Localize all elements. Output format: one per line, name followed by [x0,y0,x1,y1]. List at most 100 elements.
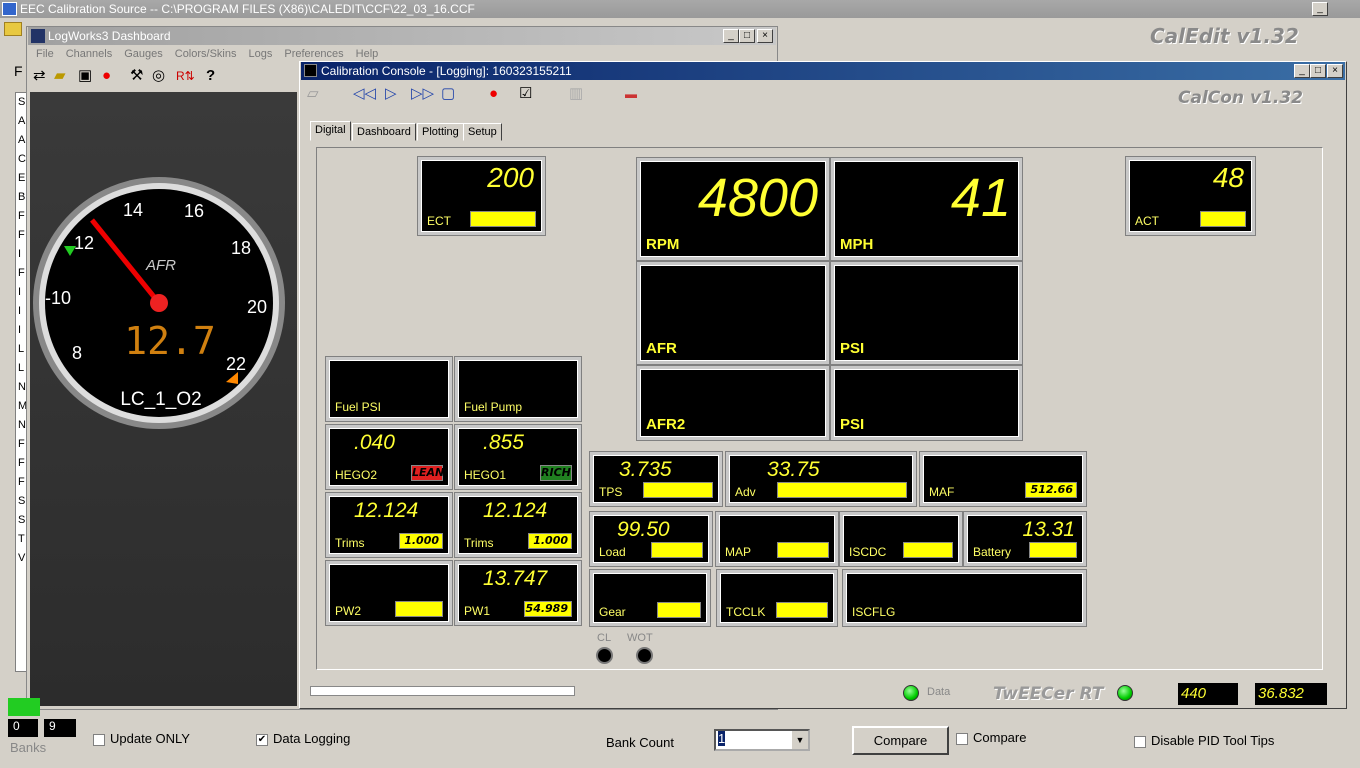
open-icon[interactable]: ▰ [54,66,66,86]
side-item[interactable]: M [18,397,27,416]
side-item[interactable]: S [18,93,26,112]
tab-setup[interactable]: Setup [463,123,502,141]
side-item[interactable]: F [18,435,26,454]
data-logging-checkbox[interactable]: ✔ Data Logging [256,731,350,746]
screen-icon[interactable]: ▣ [78,66,92,86]
side-item[interactable]: I [18,245,26,264]
compare-checkbox[interactable]: Compare [956,730,1026,745]
bank-count-select[interactable]: 1 ▼ [714,729,810,751]
gauge-afr2[interactable]: AFR2 [636,365,830,441]
side-item[interactable]: F [18,207,26,226]
side-item[interactable]: N [18,378,26,397]
data-logging-box[interactable]: ✔ [256,733,268,746]
side-item[interactable]: V [18,549,26,568]
compare-button[interactable]: Compare [852,726,949,755]
gauge-psi1[interactable]: PSI [830,261,1023,365]
record-button[interactable]: ● [489,84,498,104]
tweecer-icon[interactable]: ▬ [625,84,637,104]
gauge-iscdc[interactable]: ISCDC [839,511,963,567]
update-only-box[interactable] [93,733,105,746]
main-minimize-button[interactable]: _ [1312,2,1328,16]
gauge-map[interactable]: MAP [715,511,839,567]
side-item[interactable]: B [18,188,26,207]
menu-gauges[interactable]: Gauges [124,48,163,60]
console-maximize[interactable]: □ [1310,64,1326,78]
log-scrollbar[interactable] [310,686,575,696]
side-item[interactable]: F [18,454,26,473]
compare-box[interactable] [956,732,968,745]
gauge-iscflg[interactable]: ISCFLG [842,569,1087,627]
disable-pid-checkbox[interactable]: Disable PID Tool Tips [1134,733,1274,748]
gauge-tcclk[interactable]: TCCLK [716,569,838,627]
logworks-minimize[interactable]: _ [723,29,739,43]
open-folder-icon[interactable]: ▱ [307,84,319,104]
record-icon[interactable]: ● [102,66,111,86]
chevron-down-icon[interactable]: ▼ [792,731,808,749]
side-item[interactable]: E [18,169,26,188]
gauge-hego1[interactable]: .855 HEGO1 RICH [454,424,582,490]
gauge-act[interactable]: 48 ACT [1125,156,1256,236]
gauge-ect[interactable]: 200 ECT [417,156,546,236]
side-item[interactable]: L [18,359,26,378]
side-item[interactable]: I [18,283,26,302]
tab-fragment[interactable]: F [14,63,23,79]
gauge-fuelpump[interactable]: Fuel Pump [454,356,582,422]
menu-logs[interactable]: Logs [249,48,273,60]
side-item[interactable]: F [18,264,26,283]
gauge-hego2[interactable]: .040 HEGO2 LEAN [325,424,453,490]
side-item[interactable]: N [18,416,26,435]
side-item[interactable]: T [18,530,26,549]
side-item[interactable]: S [18,492,26,511]
gauge-tps[interactable]: 3.735 TPS [589,451,723,507]
menu-preferences[interactable]: Preferences [284,48,343,60]
side-item[interactable]: S [18,511,26,530]
gauge-fuelpsi[interactable]: Fuel PSI [325,356,453,422]
menu-help[interactable]: Help [356,48,379,60]
folder-icon[interactable] [4,22,22,36]
side-item[interactable]: L [18,340,26,359]
play-icon[interactable]: ▷ [385,84,397,104]
help-icon[interactable]: ? [206,66,215,86]
gauge-load[interactable]: 99.50 Load [589,511,713,567]
gauge-afr[interactable]: AFR [636,261,830,365]
update-only-checkbox[interactable]: Update ONLY [93,731,190,746]
logworks-close[interactable]: × [757,29,773,43]
gauge-battery[interactable]: 13.31 Battery [963,511,1087,567]
side-item[interactable]: A [18,131,26,150]
side-item[interactable]: I [18,321,26,340]
side-item[interactable]: F [18,226,26,245]
fast-forward-icon[interactable]: ▷▷ [411,84,434,104]
disable-pid-box[interactable] [1134,735,1146,748]
gauge-trims1[interactable]: 12.124 Trims 1.000 [454,492,582,558]
tools-icon[interactable]: ⚒ [130,66,143,86]
chip-icon[interactable]: ▥ [569,84,583,104]
side-item[interactable]: F [18,473,26,492]
gauge-trims2[interactable]: 12.124 Trims 1.000 [325,492,453,558]
console-close[interactable]: × [1327,64,1343,78]
logworks-maximize[interactable]: □ [739,29,755,43]
gauge-gear[interactable]: Gear [589,569,711,627]
menu-colorsskins[interactable]: Colors/Skins [175,48,237,60]
gauge-maf[interactable]: MAF 512.66 [919,451,1087,507]
console-minimize[interactable]: _ [1294,64,1310,78]
stop-icon[interactable]: ▢ [441,84,455,104]
gauge-psi2[interactable]: PSI [830,365,1023,441]
gauge-adv[interactable]: 33.75 Adv [725,451,917,507]
tab-digital[interactable]: Digital [310,121,351,141]
side-item[interactable]: C [18,150,26,169]
side-item[interactable]: A [18,112,26,131]
r-icon[interactable]: R⇅ [176,66,195,86]
gauge-mph[interactable]: 41 MPH [830,157,1023,261]
checkbox-icon[interactable]: ☑ [519,84,532,104]
gauge-rpm[interactable]: 4800 RPM [636,157,830,261]
menu-channels[interactable]: Channels [66,48,112,60]
gauge-icon[interactable]: ◎ [152,66,165,86]
rewind-icon[interactable]: ◁◁ [353,84,376,104]
menu-file[interactable]: File [36,48,54,60]
tab-plotting[interactable]: Plotting [417,123,464,141]
side-item[interactable]: I [18,302,26,321]
gauge-pw2[interactable]: PW2 [325,560,453,626]
connect-icon[interactable]: ⇄ [33,66,46,86]
gauge-pw1[interactable]: 13.747 PW1 54.989 [454,560,582,626]
tab-dashboard[interactable]: Dashboard [352,123,416,141]
